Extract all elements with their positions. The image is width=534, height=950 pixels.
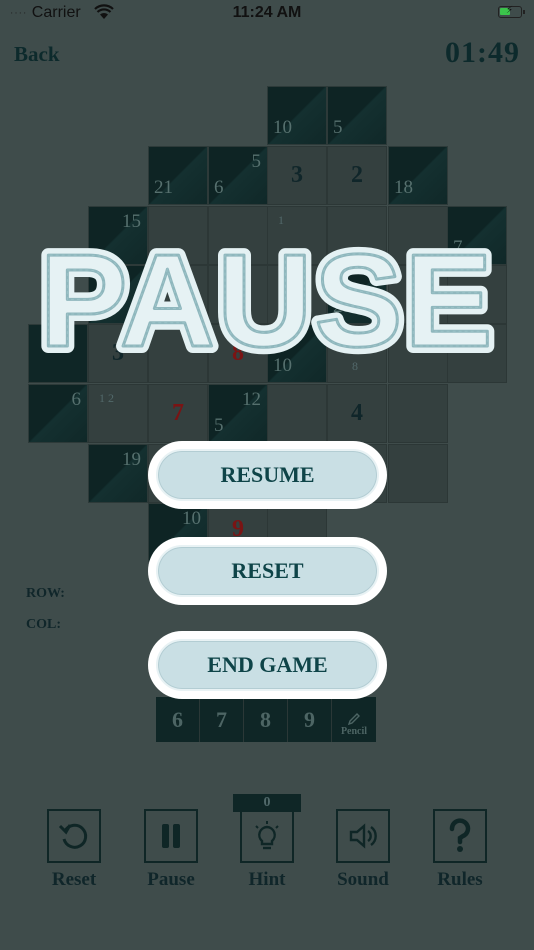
pencil-note: 1 (278, 213, 284, 227)
reset-game-label: RESET (156, 545, 379, 597)
sound-label: Sound (337, 869, 389, 890)
pause-tool-box (144, 809, 198, 863)
clue-cell: 56 (208, 146, 268, 205)
resume-button[interactable]: RESUME (148, 441, 387, 509)
pencil-label: Pencil (340, 726, 368, 737)
clue-down: 10 (273, 117, 292, 138)
entry-cell[interactable]: 7 (148, 384, 208, 443)
pencil-note: 8 (352, 359, 358, 373)
pencil-note: 1 2 (99, 391, 114, 405)
reset-tool-box (47, 809, 101, 863)
status-bar: ···· Carrier 11:24 AM ⚡ (0, 0, 534, 28)
clue-down: 6 (214, 177, 224, 198)
end-game-label: END GAME (156, 639, 379, 691)
reset-label: Reset (51, 869, 97, 890)
pause-icon (162, 824, 180, 848)
reset-tool[interactable]: Reset (45, 809, 103, 891)
pause-label: Pause (147, 869, 195, 890)
cell-value: 4 (351, 400, 363, 426)
clue-cell: 5 (327, 86, 387, 145)
clue-right: 5 (251, 151, 262, 172)
question-mark-icon (449, 818, 471, 852)
entry-cell[interactable] (388, 384, 448, 443)
clue-cell: 19 (88, 444, 148, 503)
sound-tool-box (336, 809, 390, 863)
entry-cell[interactable]: 2 (327, 146, 387, 205)
clue-right: 6 (71, 389, 82, 410)
speaker-icon (349, 823, 377, 849)
clue-cell: 10 (267, 86, 327, 145)
clue-cell: 12 5 (208, 384, 268, 443)
hint-tool-box (240, 809, 294, 863)
entry-cell[interactable]: 3 (267, 146, 327, 205)
clue-cell: 6 (28, 384, 88, 443)
hint-label: Hint (248, 869, 286, 890)
rules-tool-box (433, 809, 487, 863)
pause-title: PAUSE PAUSE PAUSE (33, 228, 500, 358)
battery-icon: ⚡ (498, 5, 525, 18)
clue-down: 5 (214, 415, 224, 436)
reset-icon (58, 823, 88, 849)
clue-right: 19 (122, 449, 141, 470)
entry-cell[interactable]: 4 (327, 384, 387, 443)
lightbulb-icon (255, 821, 279, 850)
resume-label: RESUME (156, 449, 379, 501)
pencil-button[interactable]: Pencil (332, 697, 376, 742)
clue-right: 12 (242, 389, 261, 410)
number-pad: 6 7 8 9 Pencil (156, 697, 376, 743)
clue-cell: 18 (388, 146, 448, 205)
rules-label: Rules (437, 869, 483, 890)
number-key-7[interactable]: 7 (200, 697, 244, 742)
entry-cell[interactable] (267, 384, 327, 443)
entry-cell[interactable] (388, 444, 448, 503)
rules-tool[interactable]: Rules (431, 809, 489, 891)
number-key-8[interactable]: 8 (244, 697, 288, 742)
back-button[interactable]: Back (14, 42, 60, 67)
clue-down: 5 (333, 117, 343, 138)
clue-down: 18 (394, 177, 413, 198)
number-key-6[interactable]: 6 (156, 697, 200, 742)
end-game-button[interactable]: END GAME (148, 631, 387, 699)
cell-value: 7 (172, 400, 184, 426)
cell-value: 3 (291, 162, 303, 188)
pencil-icon (347, 713, 360, 726)
game-timer: 01:49 (445, 36, 520, 69)
entry-cell[interactable]: 1 2 (88, 384, 148, 443)
reset-button[interactable]: RESET (148, 537, 387, 605)
hint-tool[interactable]: Hint (238, 809, 296, 891)
clue-down: 21 (154, 177, 173, 198)
pause-title-stripes: PAUSE (40, 228, 495, 358)
clue-cell: 21 (148, 146, 208, 205)
number-key-9[interactable]: 9 (288, 697, 332, 742)
cell-value: 2 (351, 162, 363, 188)
sound-tool[interactable]: Sound (334, 809, 392, 891)
clue-down: 10 (273, 355, 292, 376)
col-label: COL: (26, 617, 61, 632)
clue-right: 10 (182, 508, 201, 529)
pause-tool[interactable]: Pause (142, 809, 200, 891)
row-label: ROW: (26, 586, 65, 601)
clock: 11:24 AM (232, 4, 302, 21)
